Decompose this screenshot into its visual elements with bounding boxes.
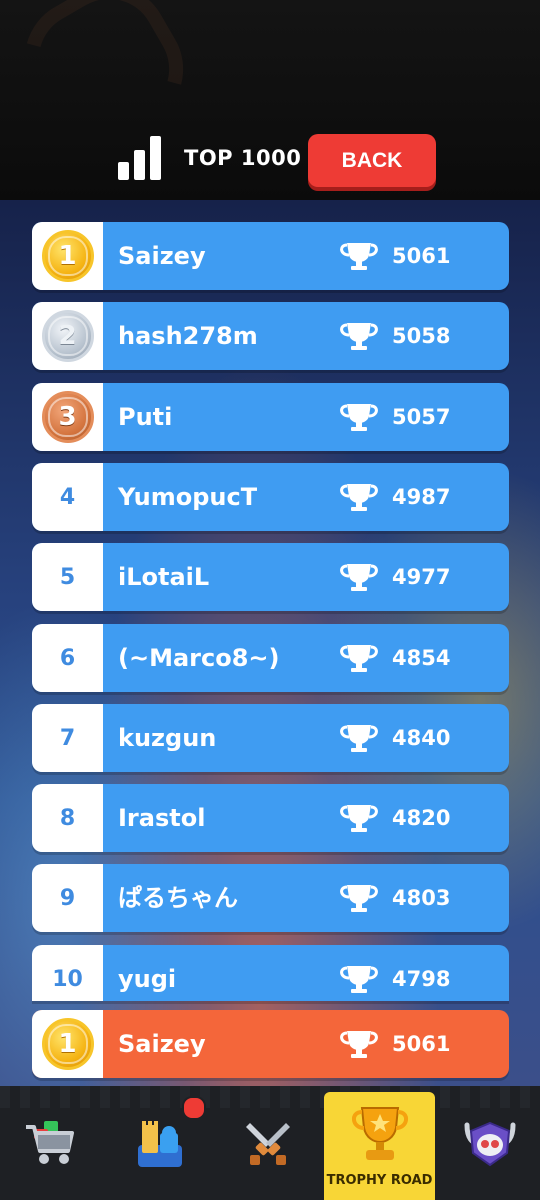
leaderboard-row[interactable]: 5 iLotaiL 4977 bbox=[32, 543, 509, 611]
trophy-icon bbox=[339, 803, 379, 833]
leaderboard-row[interactable]: 8 Irastol 4820 bbox=[32, 784, 509, 852]
rank-cell: 1 bbox=[32, 222, 103, 290]
trophy-count: 4977 bbox=[392, 565, 451, 589]
rank-cell: 2 bbox=[32, 302, 103, 370]
rank-cell: 3 bbox=[32, 383, 103, 451]
rank-number: 2 bbox=[47, 316, 88, 356]
player-name: hash278m bbox=[118, 322, 258, 350]
trophy-icon bbox=[339, 643, 379, 673]
nav-battle[interactable] bbox=[218, 1086, 318, 1200]
trophy-icon bbox=[339, 883, 379, 913]
trophy-count: 5057 bbox=[392, 405, 451, 429]
bottom-navigation: TROPHY ROAD bbox=[0, 1086, 540, 1200]
player-name: kuzgun bbox=[118, 724, 217, 752]
rank-number: 1 bbox=[47, 1024, 88, 1064]
trophy-count: 4987 bbox=[392, 485, 451, 509]
player-name: iLotaiL bbox=[118, 563, 210, 591]
rank-cell: 7 bbox=[32, 704, 103, 772]
trophy-count: 5058 bbox=[392, 324, 451, 348]
player-name: (~Marco8~) bbox=[118, 644, 280, 672]
trophy-count: 5061 bbox=[392, 244, 451, 268]
rank-cell: 1 bbox=[32, 1010, 103, 1078]
player-name: Irastol bbox=[118, 804, 206, 832]
trophy-icon bbox=[351, 1107, 408, 1160]
rank-cell: 4 bbox=[32, 463, 103, 531]
page-title: TOP 1000 bbox=[184, 146, 302, 170]
moon-decoration bbox=[2, 0, 206, 166]
rank-number: 1 bbox=[47, 236, 88, 276]
rank-cell: 8 bbox=[32, 784, 103, 852]
trophy-count: 4798 bbox=[392, 967, 451, 991]
trophy-count: 4840 bbox=[392, 726, 451, 750]
trophy-count: 4820 bbox=[392, 806, 451, 830]
bronze-medal-icon: 3 bbox=[41, 391, 94, 443]
leaderboard-row[interactable]: 3 Puti 5057 bbox=[32, 383, 509, 451]
trophy-count: 4803 bbox=[392, 886, 451, 910]
leaderboard-row[interactable]: 2 hash278m 5058 bbox=[32, 302, 509, 370]
leaderboard-row[interactable]: 7 kuzgun 4840 bbox=[32, 704, 509, 772]
trophy-icon bbox=[339, 321, 379, 351]
rank-cell: 10 bbox=[32, 945, 103, 1001]
player-name: ぱるちゃん bbox=[118, 884, 238, 912]
leaderboard-bars-icon bbox=[118, 136, 164, 180]
gold-medal-icon: 1 bbox=[41, 230, 94, 282]
nav-shop[interactable] bbox=[0, 1086, 100, 1200]
rank-number: 9 bbox=[59, 885, 76, 911]
trophy-icon bbox=[339, 964, 379, 994]
rank-number: 3 bbox=[47, 397, 88, 437]
trophy-count: 5061 bbox=[392, 1032, 451, 1056]
rank-cell: 5 bbox=[32, 543, 103, 611]
rank-number: 7 bbox=[59, 725, 76, 751]
trophy-icon bbox=[339, 402, 379, 432]
nav-club[interactable] bbox=[440, 1086, 540, 1200]
nav-trophy-road-label: TROPHY ROAD bbox=[326, 1173, 433, 1188]
top-bar bbox=[0, 0, 540, 200]
leaderboard-row[interactable]: 9 ぱるちゃん 4803 bbox=[32, 864, 509, 932]
shop-cart-icon bbox=[26, 1121, 74, 1164]
gold-medal-icon: 1 bbox=[41, 1018, 94, 1070]
notification-dot bbox=[182, 1096, 206, 1120]
player-name: Saizey bbox=[118, 1030, 206, 1058]
leaderboard-row[interactable]: 6 (~Marco8~) 4854 bbox=[32, 624, 509, 692]
rank-cell: 6 bbox=[32, 624, 103, 692]
trophy-icon bbox=[339, 562, 379, 592]
nav-trophy-road[interactable]: TROPHY ROAD bbox=[324, 1092, 435, 1200]
player-name: yugi bbox=[118, 965, 177, 993]
castle-collection-icon bbox=[138, 1121, 182, 1167]
trophy-count: 4854 bbox=[392, 646, 451, 670]
trophy-icon bbox=[339, 482, 379, 512]
horned-skull-icon bbox=[464, 1121, 516, 1167]
rank-cell: 9 bbox=[32, 864, 103, 932]
rank-number: 4 bbox=[59, 484, 76, 510]
current-player-row[interactable]: 1 Saizey 5061 bbox=[32, 1010, 509, 1078]
trophy-icon bbox=[339, 241, 379, 271]
trophy-icon bbox=[339, 723, 379, 753]
rank-number: 6 bbox=[59, 645, 76, 671]
trophy-icon bbox=[339, 1029, 379, 1059]
rank-number: 8 bbox=[59, 805, 76, 831]
rank-number: 5 bbox=[59, 564, 76, 590]
silver-medal-icon: 2 bbox=[41, 310, 94, 362]
player-name: Puti bbox=[118, 403, 173, 431]
leaderboard-row[interactable]: 10 yugi 4798 bbox=[32, 945, 509, 1001]
back-button[interactable]: BACK bbox=[308, 134, 436, 187]
rank-number: 10 bbox=[52, 966, 83, 992]
player-name: Saizey bbox=[118, 242, 206, 270]
leaderboard-row[interactable]: 1 Saizey 5061 bbox=[32, 222, 509, 290]
leaderboard-row[interactable]: 4 YumopucT 4987 bbox=[32, 463, 509, 531]
crossed-swords-icon bbox=[246, 1123, 290, 1165]
player-name: YumopucT bbox=[118, 483, 258, 511]
